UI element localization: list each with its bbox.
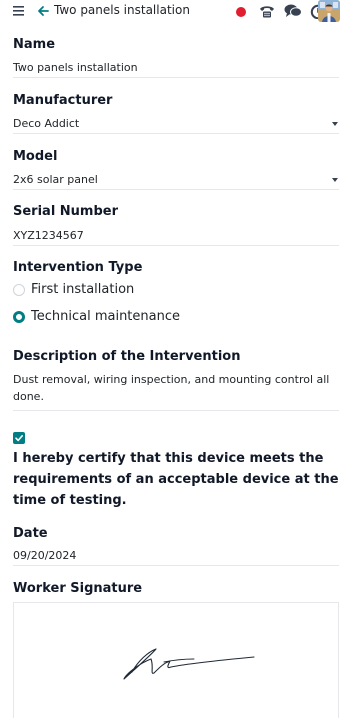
avatar[interactable] bbox=[318, 0, 340, 22]
manufacturer-dropdown-icon[interactable] bbox=[332, 122, 338, 126]
model-field-underline bbox=[13, 189, 339, 190]
radio-label-first-installation[interactable]: First installation bbox=[31, 282, 134, 297]
model-select[interactable]: 2x6 solar panel bbox=[13, 173, 98, 186]
manufacturer-field-underline bbox=[13, 133, 339, 134]
signature-pad[interactable] bbox=[13, 602, 339, 718]
recording-dot-icon[interactable] bbox=[236, 7, 246, 17]
manufacturer-label: Manufacturer bbox=[13, 93, 113, 108]
serial-number-field-underline bbox=[13, 245, 339, 246]
checkmark-icon bbox=[15, 435, 23, 442]
radio-technical-maintenance[interactable] bbox=[13, 311, 25, 323]
certify-statement: I hereby certify that this device meets … bbox=[13, 451, 339, 508]
chat-icon[interactable] bbox=[284, 3, 302, 19]
description-label: Description of the Intervention bbox=[13, 349, 241, 364]
date-field-underline bbox=[13, 565, 339, 566]
serial-number-field[interactable]: XYZ1234567 bbox=[13, 229, 84, 242]
date-label: Date bbox=[13, 526, 48, 541]
signature-drawing bbox=[123, 648, 255, 680]
menu-icon[interactable] bbox=[12, 4, 26, 18]
signature-label: Worker Signature bbox=[13, 581, 143, 596]
top-bar: Two panels installation 2 bbox=[0, 0, 352, 24]
name-label: Name bbox=[13, 37, 56, 52]
manufacturer-select[interactable]: Deco Addict bbox=[13, 117, 79, 130]
description-field[interactable]: Dust removal, wiring inspection, and mou… bbox=[13, 371, 338, 405]
description-field-underline bbox=[13, 410, 339, 411]
radio-label-technical-maintenance[interactable]: Technical maintenance bbox=[31, 309, 180, 324]
intervention-type-label: Intervention Type bbox=[13, 260, 143, 275]
phone-icon[interactable] bbox=[258, 2, 276, 20]
serial-number-label: Serial Number bbox=[13, 204, 119, 219]
breadcrumb[interactable]: Two panels installation bbox=[54, 3, 190, 17]
model-dropdown-icon[interactable] bbox=[332, 178, 338, 182]
radio-first-installation[interactable] bbox=[13, 284, 25, 296]
certify-checkbox[interactable] bbox=[13, 432, 25, 444]
date-field[interactable]: 09/20/2024 bbox=[13, 549, 76, 562]
back-arrow-icon[interactable] bbox=[36, 4, 50, 18]
model-label: Model bbox=[13, 149, 58, 164]
name-field[interactable]: Two panels installation bbox=[13, 61, 138, 74]
name-field-underline bbox=[13, 77, 339, 78]
